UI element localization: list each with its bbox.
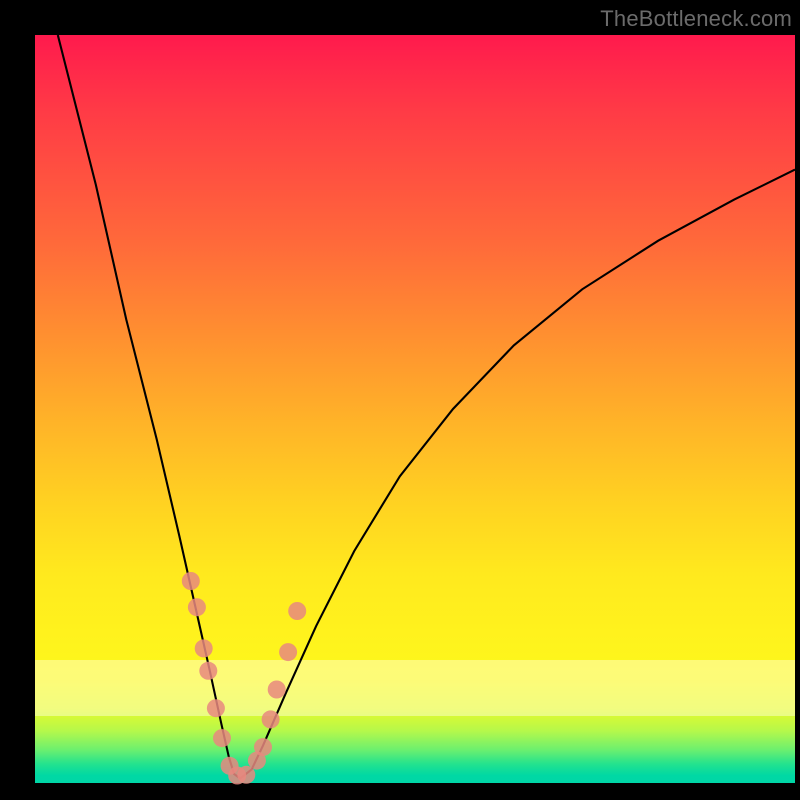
- scatter-point: [195, 639, 213, 657]
- scatter-point: [254, 738, 272, 756]
- bottleneck-curve: [58, 35, 795, 779]
- scatter-point: [182, 572, 200, 590]
- scatter-point: [288, 602, 306, 620]
- watermark-text: TheBottleneck.com: [600, 6, 792, 32]
- scatter-point: [188, 598, 206, 616]
- scatter-point: [213, 729, 231, 747]
- plot-area: [35, 35, 795, 783]
- scatter-point: [199, 662, 217, 680]
- chart-svg: [35, 35, 795, 783]
- chart-frame: TheBottleneck.com: [0, 0, 800, 800]
- scatter-point: [262, 710, 280, 728]
- scatter-point: [279, 643, 297, 661]
- scatter-group: [182, 572, 306, 785]
- scatter-point: [268, 681, 286, 699]
- scatter-point: [207, 699, 225, 717]
